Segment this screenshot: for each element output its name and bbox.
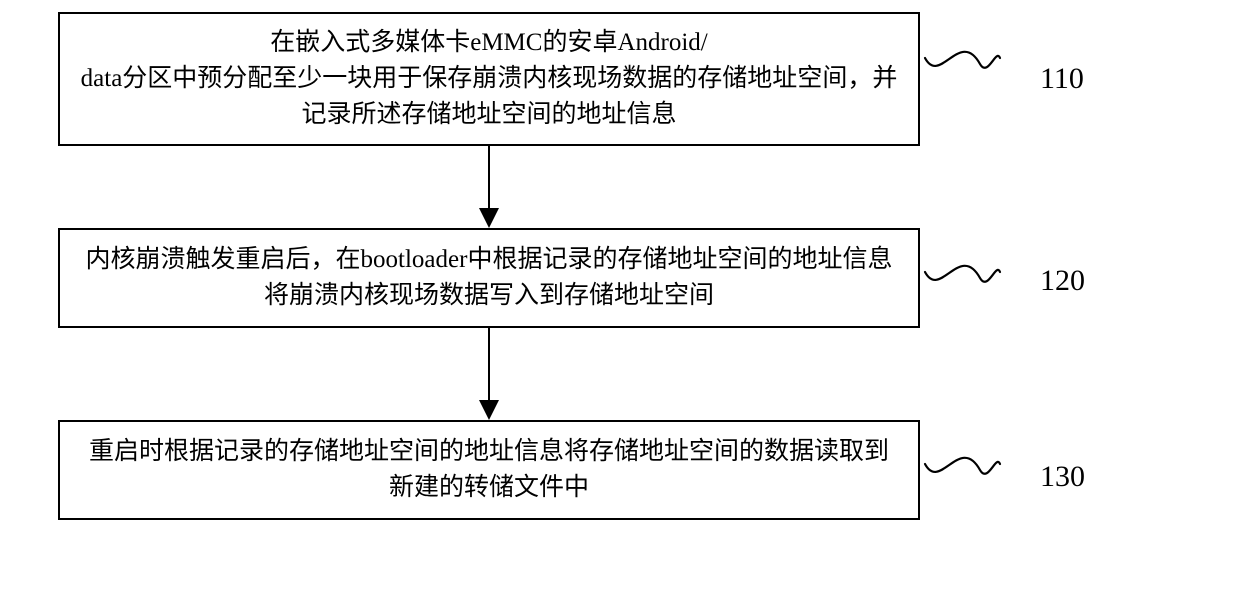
arrow-1-2-line [488,146,490,210]
flow-step-3: 重启时根据记录的存储地址空间的地址信息将存储地址空间的数据读取到新建的转储文件中 [58,420,920,520]
arrow-2-3-line [488,328,490,402]
flow-step-3-text: 重启时根据记录的存储地址空间的地址信息将存储地址空间的数据读取到新建的转储文件中 [78,434,900,507]
arrow-2-3-head [479,400,499,420]
flow-step-2-text: 内核崩溃触发重启后，在bootloader中根据记录的存储地址空间的地址信息将崩… [78,242,900,315]
flowchart-canvas: 在嵌入式多媒体卡eMMC的安卓Android/ data分区中预分配至少一块用于… [0,0,1240,598]
flow-step-1: 在嵌入式多媒体卡eMMC的安卓Android/ data分区中预分配至少一块用于… [58,12,920,146]
step-label-2: 120 [1040,264,1085,298]
brace-3 [920,442,1000,502]
flow-step-2: 内核崩溃触发重启后，在bootloader中根据记录的存储地址空间的地址信息将崩… [58,228,920,328]
flow-step-1-text: 在嵌入式多媒体卡eMMC的安卓Android/ data分区中预分配至少一块用于… [78,25,900,134]
arrow-1-2-head [479,208,499,228]
step-label-1: 110 [1040,62,1084,96]
step-label-3: 130 [1040,460,1085,494]
brace-2 [920,250,1000,310]
brace-1 [920,36,1000,96]
